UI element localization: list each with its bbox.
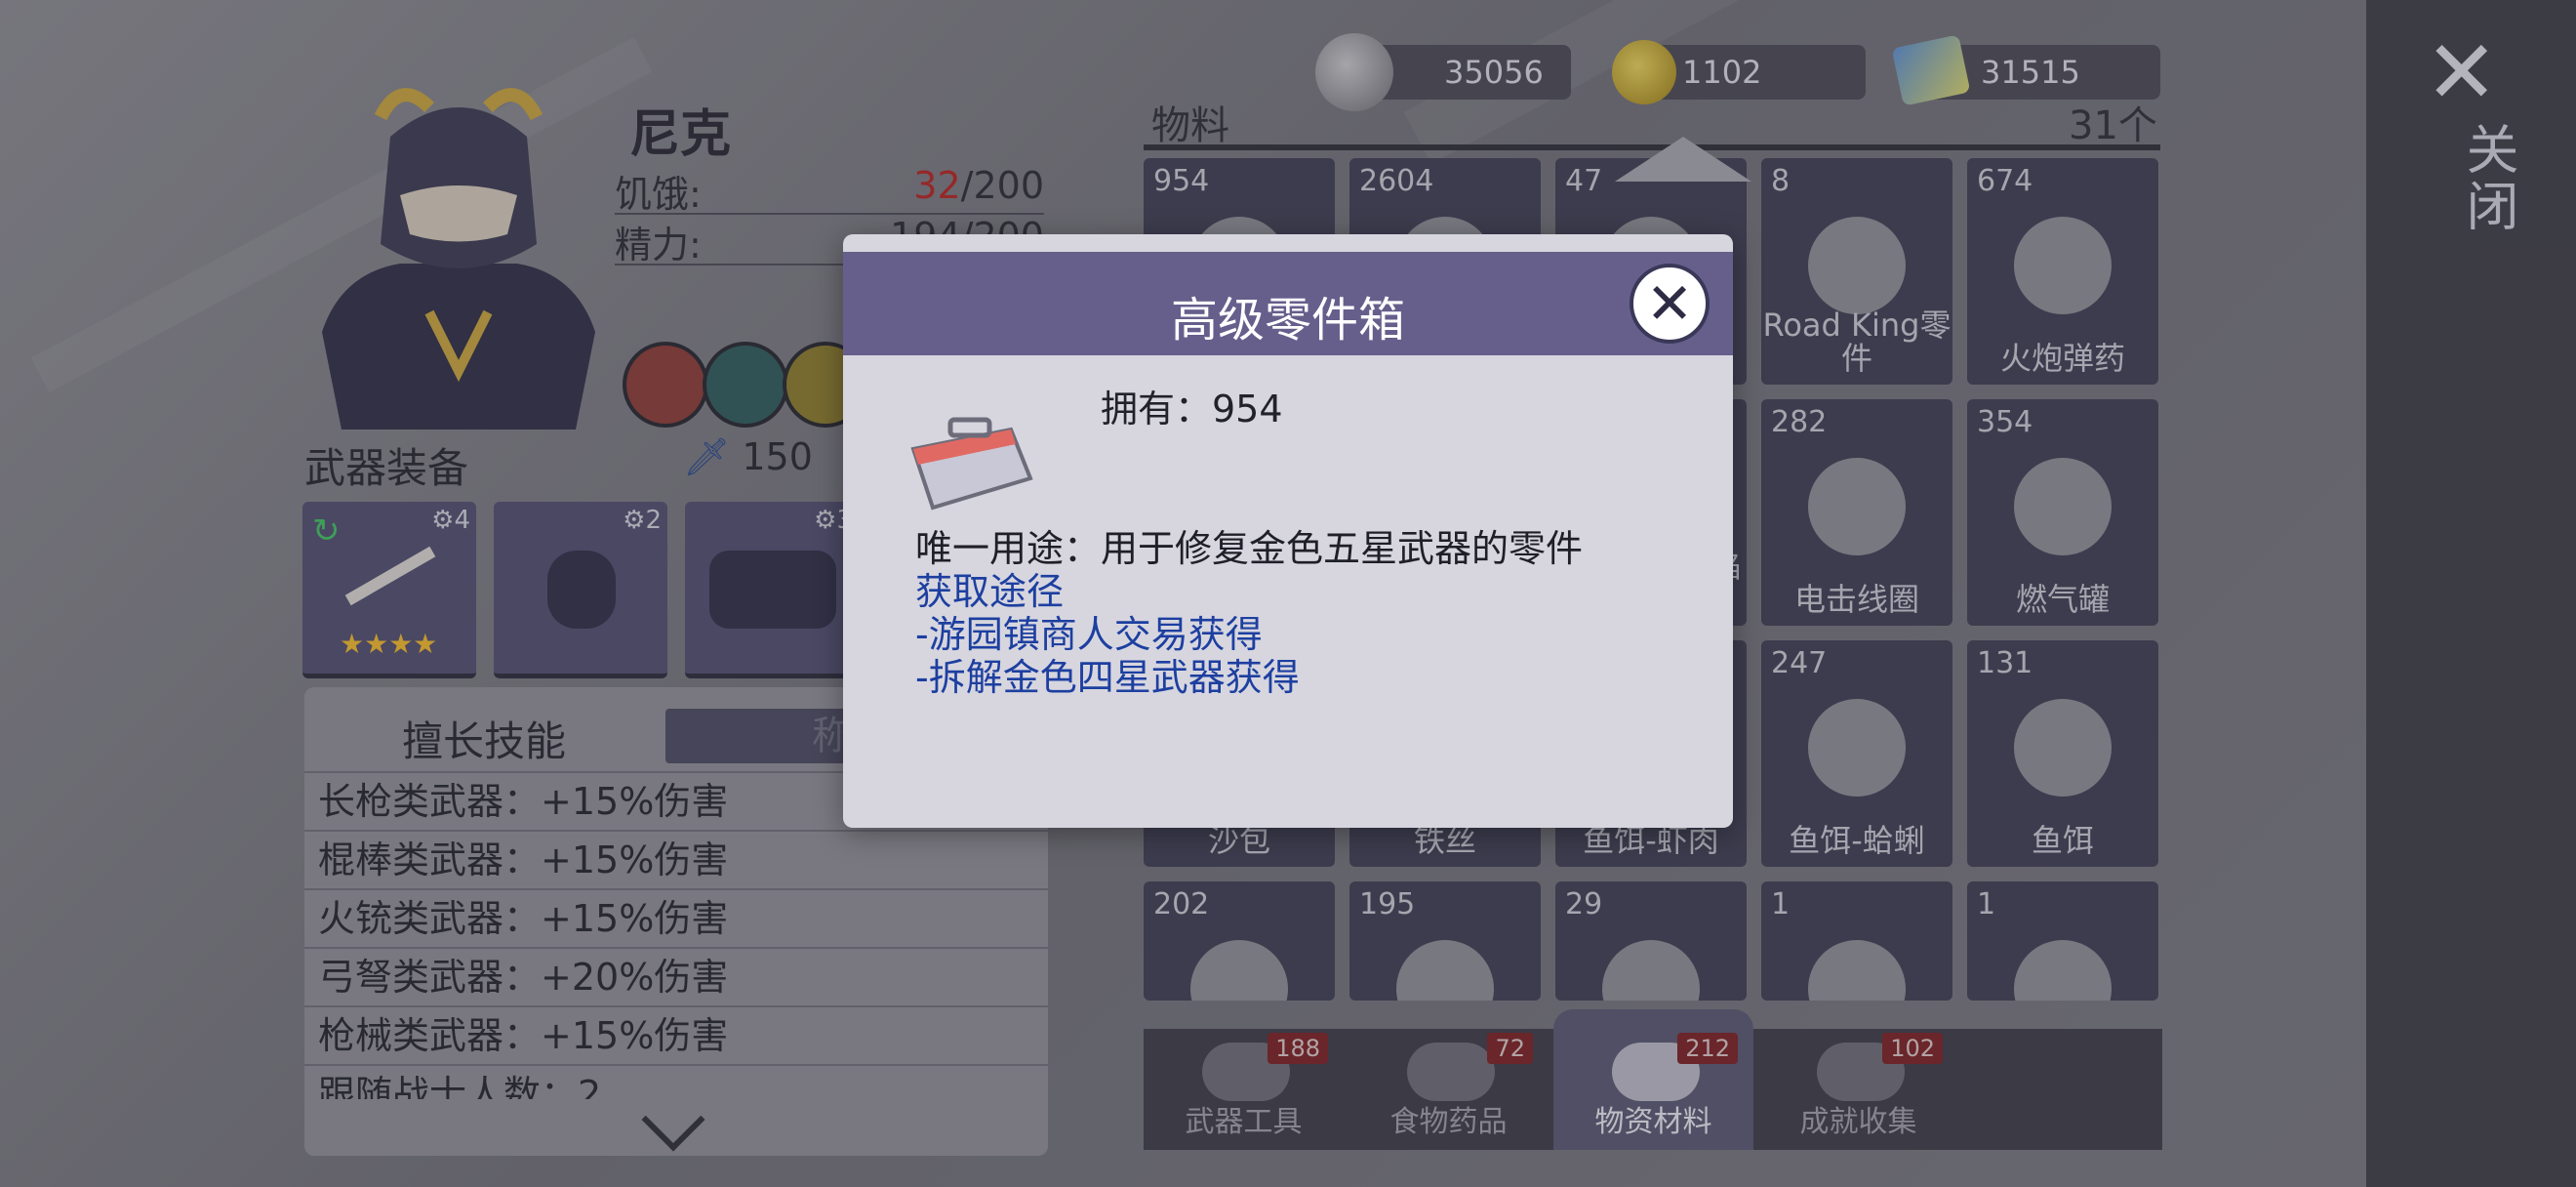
modal-close-button[interactable]: ✕ bbox=[1630, 264, 1710, 344]
toolbox-icon bbox=[910, 417, 1033, 511]
source-title: 获取途径 bbox=[915, 570, 1065, 613]
owned-count: 拥有：954 bbox=[1101, 388, 1283, 430]
close-icon: ✕ bbox=[1645, 270, 1694, 337]
item-detail-modal: 高级零件箱 ✕ 拥有：954 唯一用途：用于修复金色五星武器的零件 获取途径 -… bbox=[843, 234, 1733, 828]
modal-header: 高级零件箱 bbox=[843, 252, 1733, 355]
modal-title: 高级零件箱 bbox=[1170, 293, 1405, 348]
source-item: -游园镇商人交易获得 bbox=[915, 613, 1263, 656]
item-description: 唯一用途：用于修复金色五星武器的零件 获取途径 -游园镇商人交易获得 -拆解金色… bbox=[915, 527, 1583, 699]
source-item: -拆解金色四星武器获得 bbox=[915, 656, 1300, 699]
item-use: 唯一用途：用于修复金色五星武器的零件 bbox=[915, 527, 1584, 570]
